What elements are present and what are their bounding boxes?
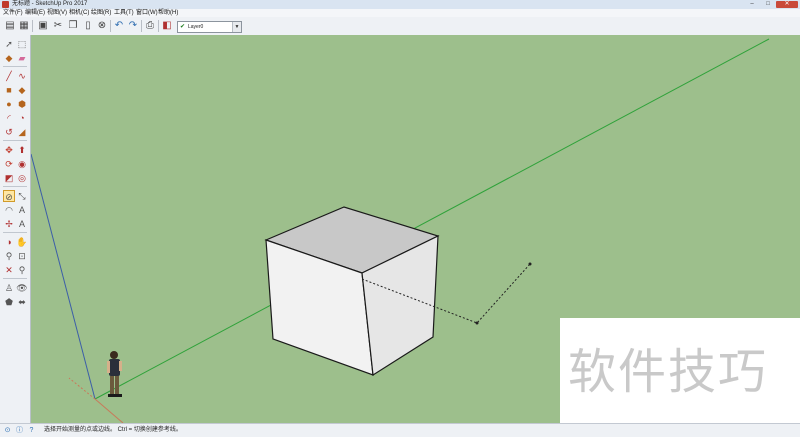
layer-name: Layer0 [188, 24, 204, 30]
menu-draw[interactable]: 绘图(R) [91, 9, 111, 17]
previous-view-icon[interactable]: ⚲ [16, 264, 28, 276]
3d-text-icon[interactable]: A [16, 218, 28, 230]
erase-icon[interactable]: ⊗ [96, 20, 108, 32]
palette-separator [3, 140, 27, 141]
rotated-rectangle-icon[interactable]: ◆ [16, 84, 28, 96]
model-info-icon[interactable]: ◧ [161, 20, 173, 32]
pie-wedge-icon[interactable]: ◢ [16, 126, 28, 138]
offset-icon[interactable]: ◎ [16, 172, 28, 184]
position-camera-icon[interactable]: ♙ [3, 282, 15, 294]
text-icon[interactable]: A [16, 204, 28, 216]
palette-separator [3, 278, 27, 279]
scale-figure-person [107, 351, 122, 397]
watermark-text: 软件技巧 [568, 344, 769, 400]
menu-view[interactable]: 视图(V) [47, 9, 67, 17]
geo-location-icon[interactable]: ⊙ [3, 426, 12, 435]
blue-axis [31, 153, 96, 400]
chevron-down-icon[interactable]: ▼ [232, 22, 241, 32]
toolbar-separator [141, 20, 142, 32]
menu-file[interactable]: 文件(F) [3, 9, 23, 17]
arc-3pt-icon[interactable]: ↺ [3, 126, 15, 138]
make-component-icon[interactable]: ⬚ [16, 38, 28, 50]
zoom-icon[interactable]: ⚲ [3, 250, 15, 262]
red-axis-dotted [68, 377, 96, 400]
undo-icon[interactable]: ↶ [113, 20, 125, 32]
print-icon[interactable]: ⎙ [144, 20, 156, 32]
minimize-button[interactable]: – [744, 1, 760, 8]
guide-point [475, 321, 479, 325]
zoom-extents-icon[interactable]: ✕ [3, 264, 15, 276]
palette-separator [3, 186, 27, 187]
copy-icon[interactable]: ❐ [67, 20, 79, 32]
sketchup-logo-icon [2, 1, 9, 8]
arc-icon[interactable]: ◜ [3, 112, 15, 124]
status-message: 选择开始测量的点或边线。 Ctrl = 切换创建参考线。 [44, 427, 182, 433]
tape-measure-icon[interactable]: ⊘ [3, 190, 15, 202]
new-file-icon[interactable]: ▤ [4, 20, 16, 32]
close-button[interactable]: ✕ [776, 1, 798, 8]
dimension-icon[interactable]: ⤡ [16, 190, 28, 202]
maximize-button[interactable]: □ [760, 1, 776, 8]
toolbar-separator [158, 20, 159, 32]
pie-icon[interactable]: ◔ [16, 112, 28, 124]
credits-icon[interactable]: ⓘ [15, 426, 24, 435]
standard-toolbar: ▤ ▦ ▣ ✂ ❐ ▯ ⊗ ↶ ↷ ⎙ ◧ ✔ Layer0 ▼ [0, 17, 800, 36]
toolbar-separator [110, 20, 111, 32]
watermark-panel: 软件技巧 [560, 318, 800, 423]
paint-bucket-icon[interactable]: ◆ [3, 52, 15, 64]
line-icon[interactable]: ╱ [3, 70, 15, 82]
rectangle-icon[interactable]: ■ [3, 84, 15, 96]
section-plane-icon[interactable]: ⬌ [16, 296, 28, 308]
status-bar: ⊙ ⓘ ? 选择开始测量的点或边线。 Ctrl = 切换创建参考线。 [0, 423, 800, 437]
current-layer-check-icon: ✔ [180, 24, 186, 30]
move-icon[interactable]: ✥ [3, 144, 15, 156]
pan-icon[interactable]: ✋ [16, 236, 28, 248]
select-icon[interactable]: ➚ [3, 38, 15, 50]
save-icon[interactable]: ▣ [37, 20, 49, 32]
red-axis [94, 398, 124, 423]
help-icon[interactable]: ? [27, 426, 36, 435]
toolbar-separator [32, 20, 33, 32]
menu-camera[interactable]: 相机(C) [69, 9, 89, 17]
menu-tools[interactable]: 工具(T) [114, 9, 134, 17]
eraser-icon[interactable]: ▰ [16, 52, 28, 64]
zoom-window-icon[interactable]: ⊡ [16, 250, 28, 262]
guide-endpoint [528, 262, 532, 266]
paste-icon[interactable]: ▯ [82, 20, 94, 32]
freehand-icon[interactable]: ∿ [16, 70, 28, 82]
walk-icon[interactable]: ⬟ [3, 296, 15, 308]
layer-dropdown[interactable]: ✔ Layer0 ▼ [177, 21, 242, 33]
orbit-icon[interactable]: ◑ [3, 236, 15, 248]
large-tool-set: ➚ ⬚ ◆ ▰ ╱ ∿ ■ ◆ ● ⬢ ◜ ◔ ↺ ◢ ✥ ⬆ ⟳ ◉ ◩ ◎ … [0, 35, 31, 423]
menu-window[interactable]: 窗口(W) [136, 9, 158, 17]
palette-separator [3, 66, 27, 67]
sketchup-window: 无标题 - SketchUp Pro 2017 – □ ✕ 文件(F) 编辑(E… [0, 0, 800, 437]
palette-separator [3, 232, 27, 233]
scale-icon[interactable]: ◩ [3, 172, 15, 184]
redo-icon[interactable]: ↷ [127, 20, 139, 32]
look-around-icon[interactable]: 👁 [16, 282, 28, 294]
follow-me-icon[interactable]: ◉ [16, 158, 28, 170]
cut-icon[interactable]: ✂ [52, 20, 64, 32]
polygon-icon[interactable]: ⬢ [16, 98, 28, 110]
title-bar: 无标题 - SketchUp Pro 2017 – □ ✕ [0, 0, 800, 9]
menu-help[interactable]: 帮助(H) [158, 9, 178, 17]
menu-edit[interactable]: 编辑(E) [25, 9, 45, 17]
protractor-icon[interactable]: ◠ [3, 204, 15, 216]
window-title: 无标题 - SketchUp Pro 2017 [12, 1, 88, 7]
open-file-icon[interactable]: ▦ [18, 20, 30, 32]
circle-icon[interactable]: ● [3, 98, 15, 110]
axes-icon[interactable]: ✢ [3, 218, 15, 230]
push-pull-icon[interactable]: ⬆ [16, 144, 28, 156]
rotate-icon[interactable]: ⟳ [3, 158, 15, 170]
